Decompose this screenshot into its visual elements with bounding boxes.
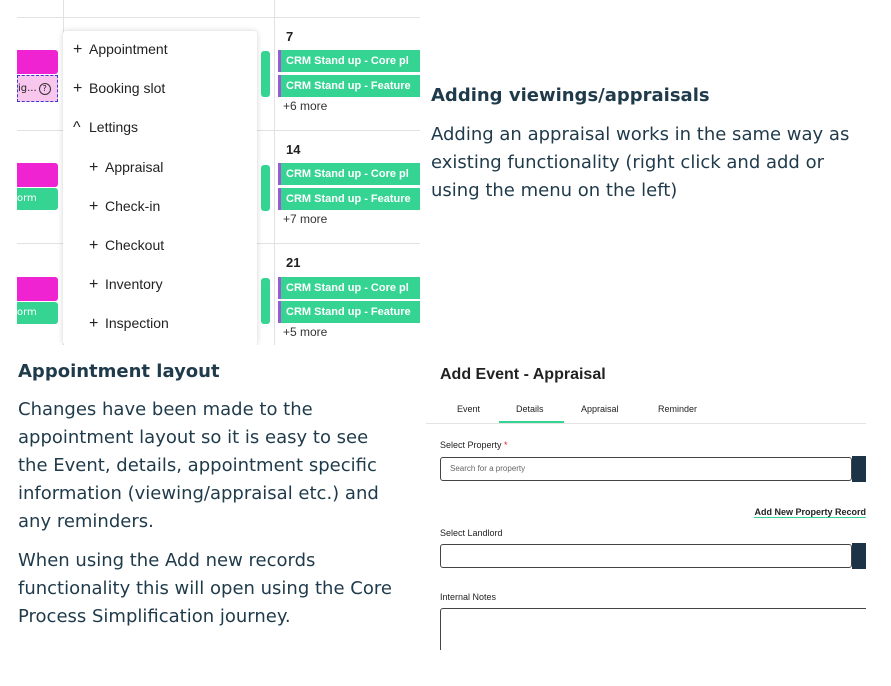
menu-item-label: Appointment: [89, 41, 168, 57]
plus-icon: +: [89, 198, 99, 215]
tab-event[interactable]: Event: [457, 404, 480, 414]
menu-item-booking-slot[interactable]: + Booking slot: [73, 80, 165, 98]
paragraph-line: Changes have been made to the: [18, 399, 313, 420]
paragraph-line: the Event, details, appointment specific: [18, 455, 377, 476]
day-number: 21: [286, 255, 301, 270]
paragraph-line: Adding an appraisal works in the same wa…: [431, 124, 850, 145]
grid-line: [17, 17, 420, 18]
add-new-property-link[interactable]: Add New Property Record: [754, 507, 866, 518]
landlord-select[interactable]: [440, 544, 852, 568]
calendar-event[interactable]: CRM Stand up - Core pl: [278, 50, 420, 72]
calendar-event[interactable]: CRM Stand up - Feature: [278, 75, 420, 97]
plus-icon: +: [89, 237, 99, 254]
menu-item-label: Check-in: [105, 198, 161, 214]
property-search-input[interactable]: Search for a property: [440, 457, 852, 481]
label-text: Select Property: [440, 440, 502, 450]
menu-item-label: Booking slot: [89, 80, 166, 96]
calendar-event[interactable]: [17, 277, 58, 301]
paragraph-line: information (viewing/appraisal etc.) and: [18, 483, 379, 504]
menu-item-label: Appraisal: [105, 159, 164, 175]
calendar-event-selected[interactable]: ig...?: [17, 75, 58, 102]
calendar-event[interactable]: [17, 50, 58, 74]
calendar-event[interactable]: CRM Stand up - Core pl: [278, 277, 420, 299]
paragraph-line: any reminders.: [18, 511, 154, 532]
calendar-event[interactable]: [261, 51, 270, 97]
paragraph-line: using the menu on the left): [431, 180, 678, 201]
event-label: ig...: [18, 83, 37, 94]
tab-details[interactable]: Details: [516, 404, 544, 414]
form-title: Add Event - Appraisal: [440, 366, 606, 383]
add-event-form: Add Event - Appraisal Event Details Appr…: [426, 356, 866, 650]
calendar-event[interactable]: [17, 163, 58, 187]
tab-reminder[interactable]: Reminder: [658, 404, 697, 414]
section-heading: Appointment layout: [18, 361, 220, 382]
select-property-label: Select Property *: [440, 440, 508, 450]
divider: [426, 423, 866, 424]
calendar-event[interactable]: [261, 165, 270, 211]
menu-item-label: Checkout: [105, 237, 165, 253]
calendar-event[interactable]: CRM Stand up - Feature: [278, 301, 420, 323]
help-icon[interactable]: ?: [38, 83, 51, 95]
plus-icon: +: [73, 80, 83, 97]
section-paragraph: When using the Add new records functiona…: [18, 547, 418, 631]
paragraph-line: appointment layout so it is easy to see: [18, 427, 369, 448]
day-number: 7: [286, 29, 294, 44]
required-marker: *: [504, 440, 508, 450]
menu-item-lettings[interactable]: ^ Lettings: [73, 119, 138, 137]
day-number: 14: [286, 142, 301, 157]
menu-item-inventory[interactable]: + Inventory: [89, 276, 163, 294]
calendar-screenshot: ig...? orm orm 7 CRM Stand up - Core pl …: [17, 0, 420, 345]
select-landlord-label: Select Landlord: [440, 528, 503, 538]
plus-icon: +: [89, 159, 99, 176]
tab-appraisal[interactable]: Appraisal: [581, 404, 619, 414]
chevron-up-icon: ^: [73, 119, 81, 136]
calendar-event[interactable]: orm: [17, 302, 58, 324]
section-paragraph: Adding an appraisal works in the same wa…: [431, 121, 881, 205]
menu-item-appraisal[interactable]: + Appraisal: [89, 159, 163, 177]
more-events-link[interactable]: +7 more: [283, 212, 327, 226]
paragraph-line: Process Simplification journey.: [18, 606, 291, 627]
section-heading: Adding viewings/appraisals: [431, 85, 710, 106]
menu-item-checkout[interactable]: + Checkout: [89, 237, 164, 255]
chevron-down-icon[interactable]: [852, 543, 866, 569]
event-label: orm: [17, 307, 37, 318]
calendar-event[interactable]: orm: [17, 188, 58, 210]
section-paragraph: Changes have been made to the appointmen…: [18, 396, 418, 536]
calendar-event[interactable]: CRM Stand up - Feature: [278, 188, 420, 210]
plus-icon: +: [73, 41, 83, 58]
menu-item-inspection[interactable]: + Inspection: [89, 315, 169, 333]
calendar-event[interactable]: CRM Stand up - Core pl: [278, 163, 420, 185]
menu-item-label: Inspection: [105, 315, 169, 331]
search-icon[interactable]: [852, 456, 866, 482]
menu-item-label: Lettings: [89, 119, 139, 135]
more-events-link[interactable]: +5 more: [283, 325, 327, 339]
more-events-link[interactable]: +6 more: [283, 99, 327, 113]
event-label: orm: [17, 193, 37, 204]
paragraph-line: When using the Add new records: [18, 550, 316, 571]
paragraph-line: functionality this will open using the C…: [18, 578, 392, 599]
menu-item-appointment[interactable]: + Appointment: [73, 41, 168, 59]
menu-item-label: Inventory: [105, 276, 163, 292]
paragraph-line: existing functionality (right click and …: [431, 152, 824, 173]
calendar-event[interactable]: [261, 278, 270, 324]
internal-notes-textarea[interactable]: [440, 608, 866, 650]
internal-notes-label: Internal Notes: [440, 592, 497, 602]
add-context-menu: + Appointment + Booking slot ^ Lettings + Ap…: [63, 31, 257, 345]
plus-icon: +: [89, 315, 99, 332]
grid-line: [274, 0, 275, 345]
menu-item-check-in[interactable]: + Check-in: [89, 198, 160, 216]
plus-icon: +: [89, 276, 99, 293]
